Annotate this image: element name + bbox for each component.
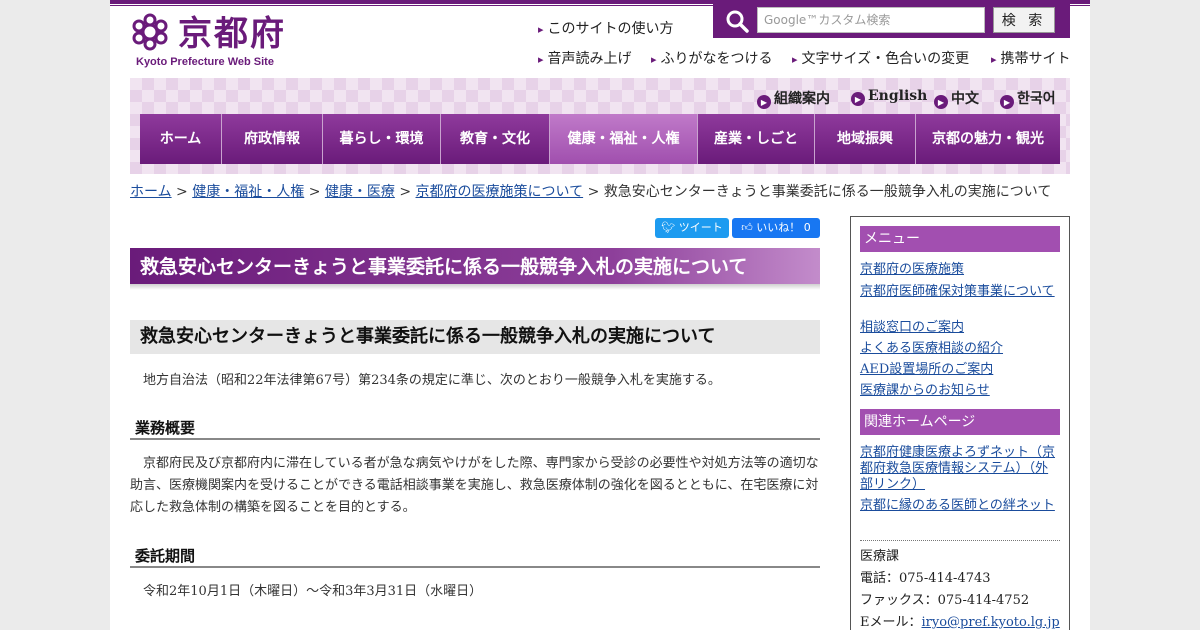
lang-link-label: 한국어: [1017, 91, 1056, 107]
breadcrumb-separator: >: [176, 184, 188, 200]
sidebar-menu-heading: メニュー: [860, 226, 1060, 252]
twitter-bird-icon: 🐦︎: [661, 221, 679, 234]
sidebar-link-notices[interactable]: 医療課からのお知らせ: [860, 383, 1060, 399]
page: 京都府 Kyoto Prefecture Web Site このサイトの使い方 …: [110, 0, 1090, 630]
page-title: 救急安心センターきょうと事業委託に係る一般競争入札の実施について: [130, 248, 820, 284]
like-label: いいね！ 0: [756, 221, 811, 234]
sidebar: メニュー 京都府の医療施策 京都府医師確保対策事業について 相談窓口のご案内 よ…: [850, 216, 1070, 630]
logo-text: 京都府: [178, 14, 286, 54]
breadcrumb-current: 救急安心センターきょうと事業委託に係る一般競争入札の実施について: [603, 184, 1052, 200]
logo-subtitle: Kyoto Prefecture Web Site: [136, 56, 274, 68]
nav-regional-promotion[interactable]: 地域振興: [815, 114, 916, 164]
contact-fax-value: 075-414-4752: [937, 593, 1030, 608]
breadcrumb-link-health-welfare[interactable]: 健康・福祉・人権: [192, 184, 304, 200]
nav-education-culture[interactable]: 教育・文化: [441, 114, 550, 164]
breadcrumb-separator: >: [399, 184, 412, 200]
sidebar-link-doctor-recruitment[interactable]: 京都府医師確保対策事業について: [860, 284, 1060, 300]
util-link-furigana[interactable]: ふりがなをつける: [651, 48, 773, 68]
lang-link-label: 組織案内: [774, 91, 830, 107]
thumbs-up-icon: 👍︎: [741, 221, 757, 234]
breadcrumb-link-home[interactable]: ホーム: [130, 184, 172, 200]
lang-link-label: 中文: [951, 91, 979, 107]
contact-email-label: Eメール：: [860, 615, 922, 630]
global-nav: ホーム 府政情報 暮らし・環境 教育・文化 健康・福祉・人権 産業・しごと 地域…: [140, 114, 1060, 164]
nav-government[interactable]: 府政情報: [222, 114, 323, 164]
site-logo[interactable]: 京都府 Kyoto Prefecture Web Site: [130, 12, 290, 72]
page-title-shadow: [130, 284, 820, 290]
contact-email-link[interactable]: iryo@pref.kyoto.lg.jp: [922, 615, 1060, 630]
util-link-read-aloud[interactable]: 音声読み上げ: [538, 48, 632, 68]
search-input[interactable]: [757, 7, 985, 33]
nav-home[interactable]: ホーム: [140, 114, 222, 164]
sidebar-divider: [860, 540, 1060, 541]
overview-paragraph: 京都府民及び京都府内に滞在している者が急な病気やけがをした際、専門家から受診の必…: [130, 456, 819, 515]
kyoto-crest-icon: [132, 13, 168, 51]
section-heading-period: 委託期間: [130, 546, 820, 568]
arrow-right-icon: ▶: [851, 92, 865, 106]
lang-link-chinese[interactable]: ▶ 中文: [934, 88, 979, 109]
contact-phone-label: 電話：: [860, 571, 900, 586]
lang-link-organization[interactable]: ▶ 組織案内: [757, 88, 830, 109]
lang-link-korean[interactable]: ▶ 한국어: [1000, 88, 1056, 109]
tweet-button[interactable]: 🐦︎ ツイート: [655, 218, 729, 238]
sidebar-link-kizuna-net[interactable]: 京都に縁のある医師との絆ネット: [860, 498, 1060, 514]
util-link-text-size-color[interactable]: 文字サイズ・色合いの変更: [792, 48, 970, 68]
period-paragraph: 令和2年10月1日（木曜日）～令和3年3月31日（水曜日）: [130, 584, 483, 599]
facebook-like-button[interactable]: 👍︎ いいね！ 0: [732, 218, 820, 238]
util-link-how-to-use[interactable]: このサイトの使い方: [538, 18, 674, 38]
breadcrumb-link-medical-policy[interactable]: 京都府の医療施策について: [416, 184, 584, 200]
breadcrumb: ホーム > 健康・福祉・人権 > 健康・医療 > 京都府の医療施策について > …: [130, 181, 1051, 201]
breadcrumb-link-health-medical[interactable]: 健康・医療: [325, 184, 395, 200]
contact-phone: 電話：075-414-4743: [860, 571, 1065, 587]
sidebar-link-yorozu-net[interactable]: 京都府健康医療よろずネット（京都府救急医療情報システム）（外部リンク）: [860, 445, 1060, 493]
arrow-right-icon: ▶: [1000, 95, 1014, 109]
contact-fax: ファックス：075-414-4752: [860, 593, 1065, 609]
tweet-label: ツイート: [678, 221, 723, 234]
section-heading-overview: 業務概要: [130, 418, 820, 440]
intro-paragraph: 地方自治法（昭和22年法律第67号）第234条の規定に準じ、次のとおり一般競争入…: [130, 373, 721, 388]
contact-department: 医療課: [860, 549, 900, 564]
search-button[interactable]: 検 索: [993, 7, 1055, 33]
sidebar-link-consultation[interactable]: 相談窓口のご案内: [860, 320, 1060, 336]
contact-fax-label: ファックス：: [860, 593, 938, 608]
section-title: 救急安心センターきょうと事業委託に係る一般競争入札の実施について: [130, 320, 820, 354]
contact-email: Eメール：iryo@pref.kyoto.lg.jp: [860, 615, 1065, 630]
nav-health-welfare[interactable]: 健康・福祉・人権: [550, 114, 698, 164]
sidebar-link-faq[interactable]: よくある医療相談の紹介: [860, 341, 1060, 357]
arrow-right-icon: ▶: [934, 95, 948, 109]
breadcrumb-separator: >: [587, 184, 600, 200]
arrow-right-icon: ▶: [757, 95, 771, 109]
sidebar-related-heading: 関連ホームページ: [860, 409, 1060, 435]
breadcrumb-separator: >: [308, 184, 321, 200]
util-link-mobile-site[interactable]: 携帯サイト: [991, 48, 1071, 68]
sidebar-link-aed[interactable]: AED設置場所のご案内: [860, 362, 1060, 378]
nav-living-environment[interactable]: 暮らし・環境: [323, 114, 441, 164]
search-bar: 検 索: [713, 2, 1070, 38]
nav-kyoto-tourism[interactable]: 京都の魅力・観光: [916, 114, 1060, 164]
contact-phone-value: 075-414-4743: [899, 571, 991, 586]
lang-link-english[interactable]: ▶ English: [851, 88, 927, 106]
search-icon: [726, 10, 749, 33]
sidebar-link-medical-policy[interactable]: 京都府の医療施策: [860, 262, 1060, 278]
nav-industry-work[interactable]: 産業・しごと: [698, 114, 815, 164]
lang-link-label: English: [868, 88, 928, 104]
